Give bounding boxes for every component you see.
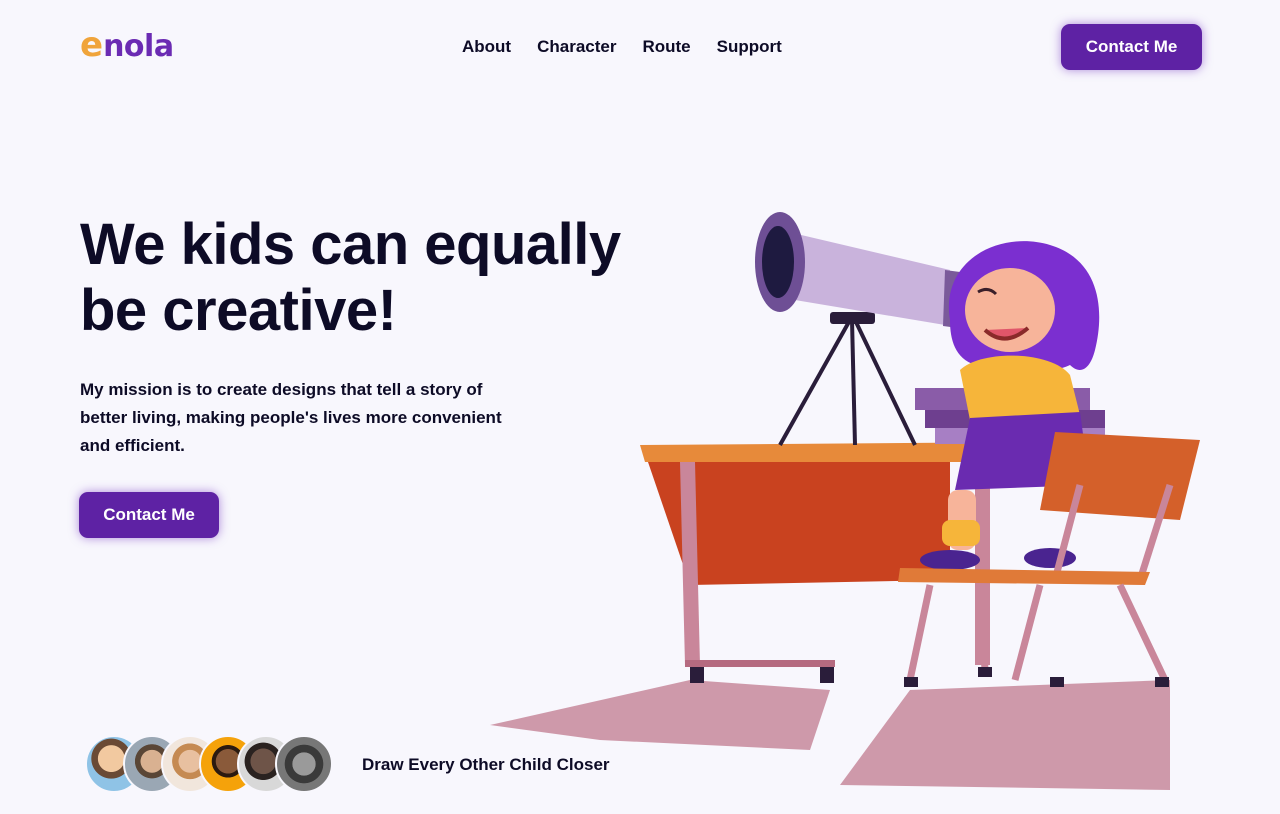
chair-leg <box>1011 584 1044 681</box>
brand-logo[interactable]: e nola <box>80 28 174 64</box>
desk-foot-pad <box>690 667 704 683</box>
top-nav: e nola About Character Route Support Con… <box>0 0 1280 95</box>
chair-leg <box>976 584 989 671</box>
avatar <box>275 735 333 793</box>
tripod-leg <box>850 319 857 446</box>
chair-leg <box>906 584 934 681</box>
chair-leg <box>1116 583 1169 682</box>
telescope-lens <box>762 226 794 298</box>
girl-telescope-illustration <box>490 212 1200 790</box>
contact-me-button-hero[interactable]: Contact Me <box>79 492 219 538</box>
nav-link-character[interactable]: Character <box>537 37 616 57</box>
main-menu: About Character Route Support <box>462 37 782 57</box>
girl-shoe <box>920 550 980 570</box>
chair-foot <box>978 667 992 677</box>
chair-shadow <box>840 680 1170 790</box>
chair-foot <box>1050 677 1064 687</box>
desk-foot-pad <box>820 667 834 683</box>
chair-back <box>1040 432 1200 520</box>
chair-foot <box>904 677 918 687</box>
desk-shadow <box>490 680 830 750</box>
logo-letter-e: e <box>80 25 104 65</box>
nav-link-route[interactable]: Route <box>642 37 690 57</box>
desk-foot-left <box>685 660 835 667</box>
nav-link-about[interactable]: About <box>462 37 511 57</box>
girl-sock <box>942 520 980 546</box>
mission-text: My mission is to create designs that tel… <box>80 380 502 455</box>
chair-seat <box>898 568 1150 585</box>
contact-me-button-nav[interactable]: Contact Me <box>1061 24 1202 70</box>
girl-shoe <box>1024 548 1076 568</box>
tripod-leg <box>778 319 852 446</box>
tripod-head <box>830 312 875 324</box>
chair-foot <box>1155 677 1169 687</box>
avatar-group <box>85 735 345 795</box>
nav-link-support[interactable]: Support <box>717 37 782 57</box>
logo-word: nola <box>103 29 174 64</box>
headline-line-2: be creative! <box>80 278 397 343</box>
tripod-leg <box>853 319 917 446</box>
